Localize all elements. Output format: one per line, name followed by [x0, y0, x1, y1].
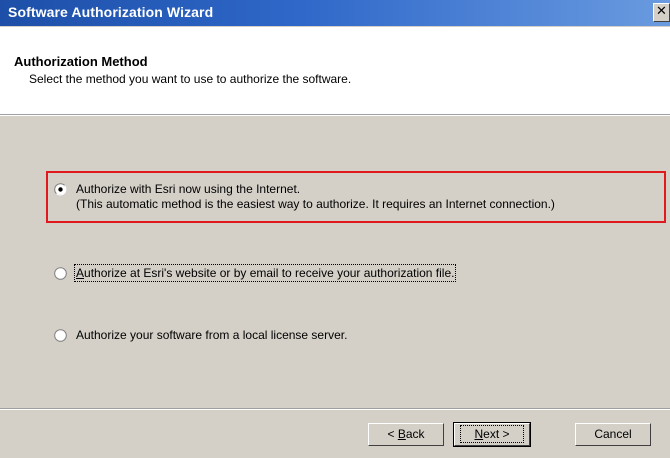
radio-license-server[interactable] — [54, 329, 67, 342]
header-panel: Authorization Method Select the method y… — [0, 27, 670, 115]
radio-website-email[interactable] — [54, 267, 67, 280]
page-subtitle: Select the method you want to use to aut… — [29, 72, 352, 86]
page-title: Authorization Method — [14, 54, 148, 69]
close-icon: ✕ — [656, 4, 667, 19]
next-button[interactable]: Next > — [453, 422, 531, 447]
wizard-window: Software Authorization Wizard ✕ Authoriz… — [0, 0, 670, 458]
back-button[interactable]: < Back — [368, 423, 444, 446]
header-divider — [0, 115, 670, 116]
option-website-email-label: Authorize at Esri's website or by email … — [73, 264, 457, 282]
back-button-label: < Back — [387, 427, 425, 441]
highlight-box — [46, 171, 666, 223]
option-license-server-label: Authorize your software from a local lic… — [76, 328, 348, 342]
title-bar[interactable]: Software Authorization Wizard ✕ — [0, 0, 670, 27]
cancel-button[interactable]: Cancel — [575, 423, 651, 446]
next-button-label: Next > — [460, 425, 524, 443]
close-button[interactable]: ✕ — [653, 3, 670, 22]
footer-divider-highlight — [0, 409, 670, 410]
window-title: Software Authorization Wizard — [8, 4, 214, 20]
cancel-button-label: Cancel — [594, 427, 632, 441]
